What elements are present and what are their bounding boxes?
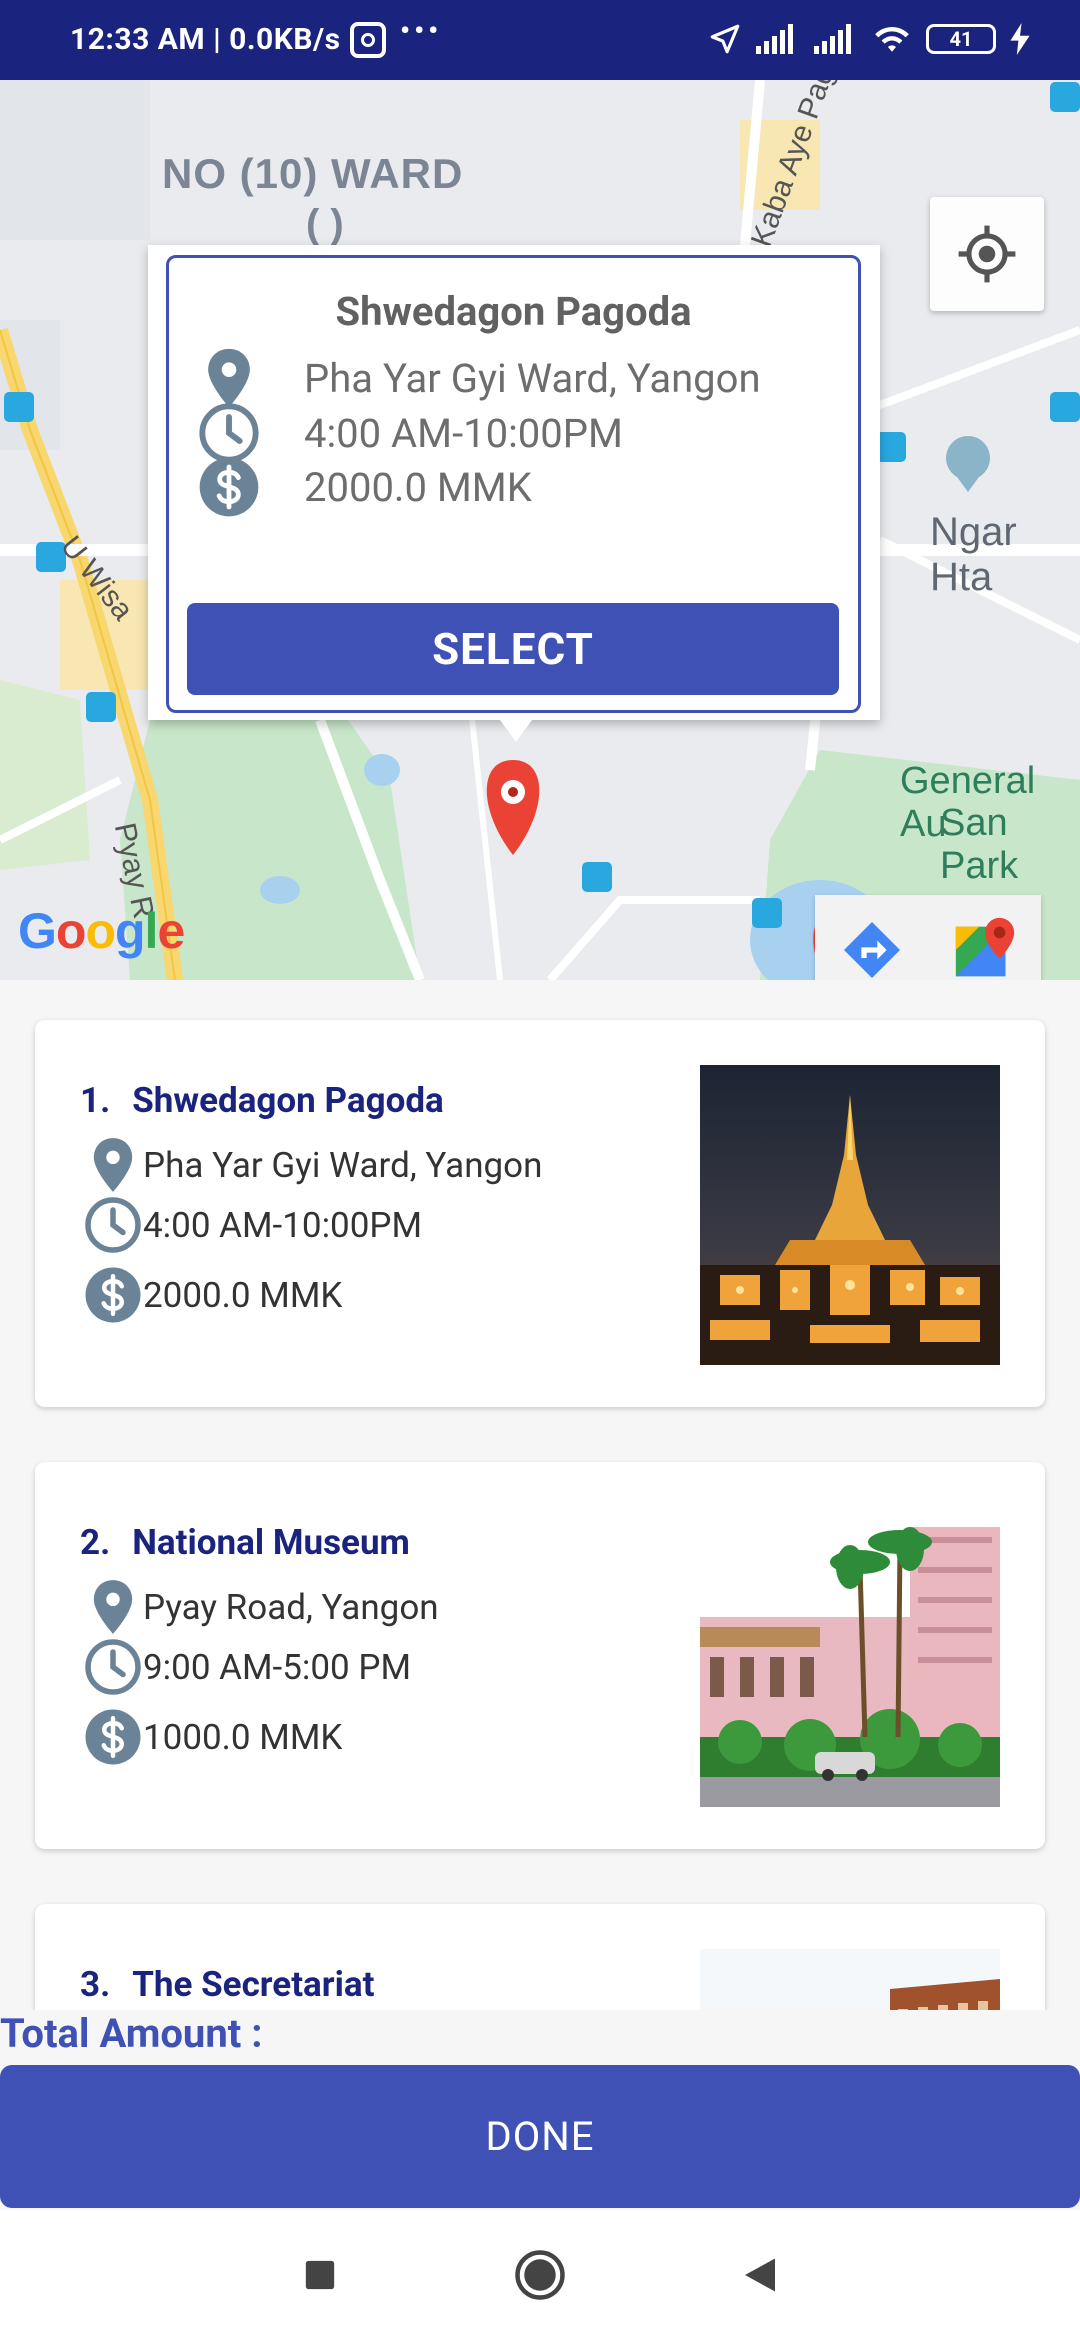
place-title: 2. National Museum xyxy=(80,1522,410,1563)
square-icon xyxy=(305,2260,335,2290)
system-nav-bar xyxy=(0,2210,1080,2340)
map-toolbar xyxy=(815,895,1041,980)
total-amount-label: Total Amount : xyxy=(0,2010,263,2057)
more-dots: ••• xyxy=(400,14,443,47)
battery-indicator: 41 xyxy=(926,24,996,54)
place-hours-row: 9:00 AM-5:00 PM xyxy=(83,1637,411,1697)
charging-bolt-icon xyxy=(1010,23,1030,55)
battery-level: 41 xyxy=(949,27,973,51)
clock-icon xyxy=(83,1637,143,1697)
place-price-row: 1000.0 MMK xyxy=(83,1707,342,1767)
map-label-ngar: Ngar Hta xyxy=(930,510,1017,599)
place-photo xyxy=(700,1949,1000,2010)
place-hours: 9:00 AM-5:00 PM xyxy=(143,1646,412,1688)
map-label-ward: NO (10) WARD xyxy=(162,150,464,197)
place-price-row: 2000.0 MMK xyxy=(83,1265,342,1325)
directions-button[interactable] xyxy=(815,895,928,980)
navigation-arrow-icon xyxy=(710,24,740,54)
dollar-icon xyxy=(83,1707,143,1767)
info-window-arrow xyxy=(500,720,532,742)
place-title: 3. The Secretariat xyxy=(80,1964,374,2005)
place-title: 1. Shwedagon Pagoda xyxy=(80,1080,444,1121)
status-bar: 12:33 AM | 0.0KB/s ••• 41 xyxy=(0,0,1080,80)
place-hours-row: 4:00 AM-10:00PM xyxy=(83,1195,422,1255)
map-label-ward-sub: ( ) xyxy=(306,202,344,246)
place-photo xyxy=(700,1507,1000,1807)
status-icons: 41 xyxy=(708,22,1030,56)
place-address: Pha Yar Gyi Ward, Yangon xyxy=(143,1144,543,1186)
place-hours: 4:00 AM-10:00PM xyxy=(143,1204,423,1246)
dollar-icon xyxy=(83,1265,143,1325)
done-button[interactable]: DONE xyxy=(0,2065,1080,2208)
info-window-address: Pha Yar Gyi Ward, Yangon xyxy=(304,354,761,402)
google-maps-icon xyxy=(955,917,1014,977)
clock-icon xyxy=(83,1195,143,1255)
place-price: 1000.0 MMK xyxy=(143,1716,343,1758)
home-button[interactable] xyxy=(510,2245,570,2305)
my-location-button[interactable] xyxy=(930,197,1044,311)
places-list[interactable]: 1. Shwedagon Pagoda Pha Yar Gyi Ward, Yan… xyxy=(0,980,1080,2010)
location-pin-icon xyxy=(83,1577,143,1637)
info-window-hours: 4:00 AM-10:00PM xyxy=(304,409,623,457)
marker-info-window[interactable]: Shwedagon Pagoda Pha Yar Gyi Ward, Yango… xyxy=(148,245,880,720)
info-window-title: Shwedagon Pagoda xyxy=(335,288,692,335)
signal-icon-2 xyxy=(814,24,851,54)
back-triangle-icon xyxy=(745,2258,775,2292)
crosshair-icon xyxy=(958,225,1016,283)
place-card[interactable]: 2. National Museum Pyay Road, Yangon 9:00… xyxy=(35,1462,1045,1849)
recents-button[interactable] xyxy=(290,2245,350,2305)
google-logo: Google xyxy=(18,903,185,959)
place-name: Shwedagon Pagoda xyxy=(132,1080,444,1121)
place-number: 2. xyxy=(80,1522,111,1563)
wifi-icon xyxy=(875,27,909,52)
dollar-icon xyxy=(194,452,264,522)
info-window-price: 2000.0 MMK xyxy=(304,463,532,511)
place-photo xyxy=(700,1065,1000,1365)
location-pin-icon xyxy=(83,1135,143,1195)
place-number: 3. xyxy=(80,1964,111,2005)
directions-icon xyxy=(843,922,900,978)
status-time: 12:33 AM | 0.0KB/s xyxy=(70,22,341,57)
place-card[interactable]: 1. Shwedagon Pagoda Pha Yar Gyi Ward, Yan… xyxy=(35,1020,1045,1407)
place-number: 1. xyxy=(80,1080,111,1121)
circle-icon xyxy=(515,2250,565,2300)
screen-record-icon xyxy=(350,22,386,58)
app-root: 12:33 AM | 0.0KB/s ••• 41 NO (10) WARD (… xyxy=(0,0,1080,2340)
signal-icon xyxy=(756,24,793,54)
place-name: National Museum xyxy=(132,1522,410,1563)
place-address-row: Pyay Road, Yangon xyxy=(83,1577,439,1637)
select-button[interactable]: SELECT xyxy=(187,603,839,695)
place-card[interactable]: 3. The Secretariat xyxy=(35,1904,1045,2010)
place-price: 2000.0 MMK xyxy=(143,1274,343,1316)
place-name: The Secretariat xyxy=(132,1964,375,2005)
back-button[interactable] xyxy=(730,2245,790,2305)
open-google-maps-button[interactable] xyxy=(928,895,1041,980)
info-window-price-row: 2000.0 MMK xyxy=(194,452,532,522)
map-label-san: San Park xyxy=(940,802,1019,887)
info-window-border: Shwedagon Pagoda Pha Yar Gyi Ward, Yango… xyxy=(166,255,861,713)
place-address-row: Pha Yar Gyi Ward, Yangon xyxy=(83,1135,542,1195)
place-address: Pyay Road, Yangon xyxy=(143,1586,439,1628)
